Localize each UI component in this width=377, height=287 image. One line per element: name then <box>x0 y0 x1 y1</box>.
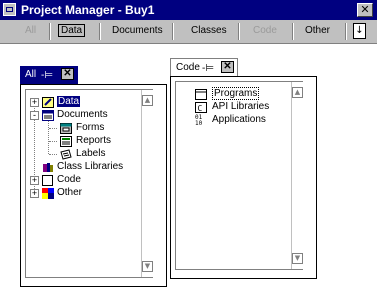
tree-item-reports[interactable]: Reports <box>26 135 146 148</box>
tab-other[interactable]: Other <box>305 25 330 36</box>
tree-item-label: Labels <box>76 148 106 159</box>
close-icon: ✕ <box>360 3 370 16</box>
code-icon <box>42 175 54 186</box>
expand-icon[interactable]: + <box>30 189 39 198</box>
tree-item-data[interactable]: + Data <box>26 96 146 109</box>
all-panel: + Data - Documents Forms Reports Labels … <box>20 84 167 287</box>
tree-item-programs[interactable]: Programs <box>176 87 296 101</box>
tree-item-label: Reports <box>76 135 112 146</box>
tab-code[interactable]: Code <box>253 25 277 36</box>
tree-item-code[interactable]: + Code <box>26 174 146 187</box>
all-panel-close-button[interactable]: ✕ <box>61 68 74 80</box>
code-panel: Programs C API Libraries 01 10 Applicatio… <box>170 76 317 279</box>
programs-icon <box>195 89 207 100</box>
tree-item-documents[interactable]: - Documents <box>26 109 146 122</box>
tab-classes[interactable]: Classes <box>191 25 227 36</box>
forms-icon <box>60 123 72 134</box>
class-libraries-icon <box>42 162 54 173</box>
data-icon <box>42 97 54 108</box>
tab-separator <box>292 23 294 40</box>
tree-item-class-libraries[interactable]: Class Libraries <box>26 161 146 174</box>
tree-item-label: Forms <box>76 122 105 133</box>
tree-item-applications[interactable]: 01 10 Applications <box>176 114 296 127</box>
tree-item-forms[interactable]: Forms <box>26 122 146 135</box>
code-tree-view[interactable]: Programs C API Libraries 01 10 Applicatio… <box>175 81 303 270</box>
tree-item-other[interactable]: + Other <box>26 187 146 200</box>
scroll-up-icon[interactable]: ▲ <box>292 87 303 98</box>
tree-item-label: Class Libraries <box>57 161 124 172</box>
close-button[interactable]: ✕ <box>357 3 373 17</box>
tree-item-label: Applications <box>212 114 266 125</box>
tree-item-label: Programs <box>212 87 260 100</box>
scroll-up-icon[interactable]: ▲ <box>142 95 153 106</box>
documents-icon <box>42 110 54 121</box>
code-panel-close-button[interactable]: ✕ <box>221 61 234 73</box>
code-panel-title: Code <box>176 62 200 73</box>
scroll-down-icon[interactable]: ▼ <box>142 261 153 272</box>
tree-item-label: Documents <box>57 109 108 120</box>
labels-icon <box>60 149 72 160</box>
svg-text:10: 10 <box>195 120 203 126</box>
window-title: Project Manager - Buy1 <box>21 3 155 17</box>
tree-item-labels[interactable]: Labels <box>26 148 146 161</box>
pin-icon[interactable]: -⊨ <box>202 63 214 74</box>
other-icon <box>42 188 54 199</box>
tab-data[interactable]: Data <box>58 24 86 37</box>
pin-icon[interactable]: -⊨ <box>41 70 53 81</box>
applications-icon: 01 10 <box>195 114 207 127</box>
arrow-down-icon: ↓ <box>355 25 364 36</box>
all-tree-view[interactable]: + Data - Documents Forms Reports Labels … <box>25 89 153 278</box>
tab-separator <box>172 23 174 40</box>
tab-separator <box>345 23 347 40</box>
scroll-down-icon[interactable]: ▼ <box>292 253 303 264</box>
tab-strip: All Data Documents Classes Code Other ↓ <box>0 20 377 44</box>
tree-item-label: Code <box>57 174 81 185</box>
tree-item-label: API Libraries <box>212 101 270 112</box>
tab-documents[interactable]: Documents <box>112 25 163 36</box>
tab-separator <box>99 23 101 40</box>
all-panel-scrollbar[interactable]: ▲ ▼ <box>141 90 153 277</box>
reports-icon <box>60 136 72 147</box>
close-icon: ✕ <box>223 61 232 72</box>
expand-icon[interactable]: + <box>30 176 39 185</box>
tab-all[interactable]: All <box>25 25 36 36</box>
expand-icon[interactable]: + <box>30 98 39 107</box>
tree-item-api-libraries[interactable]: C API Libraries <box>176 101 296 114</box>
code-panel-scrollbar[interactable]: ▲ ▼ <box>291 82 303 269</box>
code-panel-header[interactable]: Code -⊨ ✕ <box>170 58 238 76</box>
api-libraries-icon: C <box>195 102 207 113</box>
collapse-icon[interactable]: - <box>30 111 39 120</box>
all-panel-title: All <box>25 69 37 80</box>
all-panel-header[interactable]: All -⊨ ✕ <box>20 66 78 84</box>
tab-dropdown-button[interactable]: ↓ <box>353 23 366 39</box>
app-icon <box>3 3 16 16</box>
tab-separator <box>238 23 240 40</box>
svg-text:C: C <box>198 104 203 113</box>
tree-item-label: Other <box>57 187 83 198</box>
title-bar[interactable]: Project Manager - Buy1 ✕ <box>0 0 377 20</box>
close-icon: ✕ <box>63 68 72 79</box>
tree-item-label: Data <box>57 96 81 107</box>
tab-separator <box>49 23 51 40</box>
